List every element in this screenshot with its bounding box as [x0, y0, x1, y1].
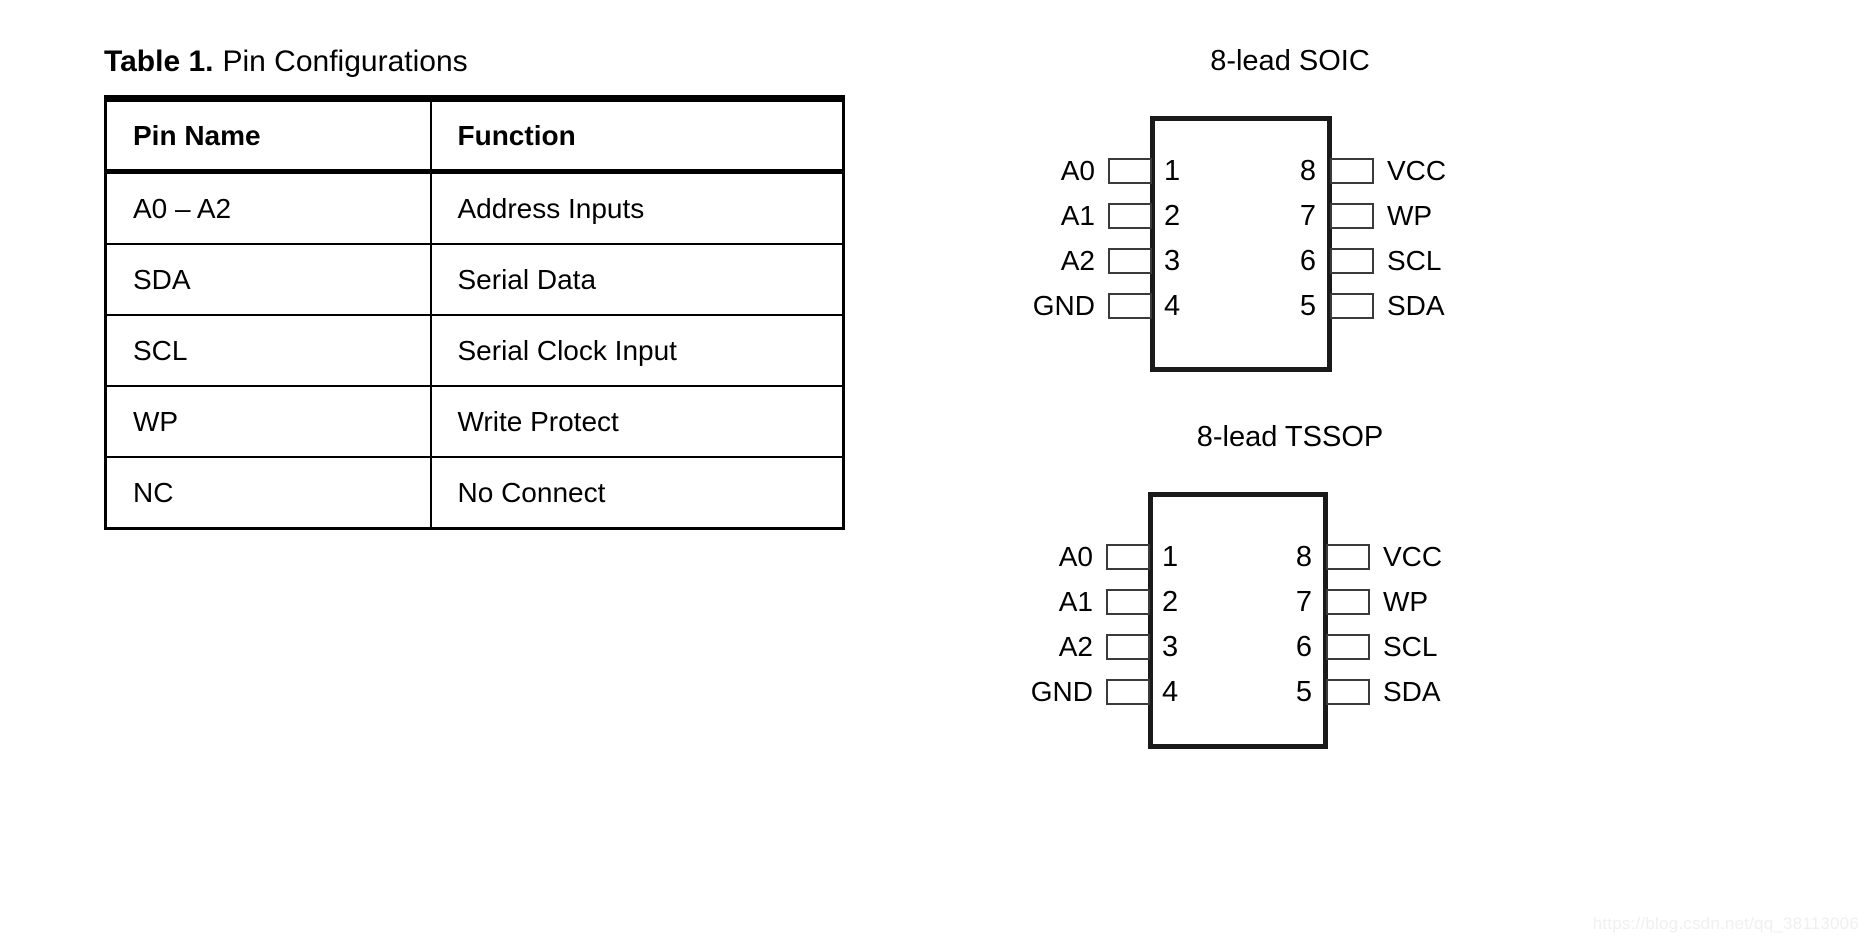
tssop-lead-4: [1106, 679, 1150, 705]
soic-pin-number-6: 6: [1299, 245, 1316, 277]
soic-pin-right-8-label: VCC: [1387, 155, 1447, 186]
tssop-pin-right-7-label: WP: [1383, 586, 1429, 617]
tssop-pin-right-5-label: SDA: [1383, 676, 1441, 707]
soic-lead-4: [1108, 293, 1152, 319]
tssop-pin-right-8-label: VCC: [1383, 541, 1443, 572]
soic-pin-number-8: 8: [1299, 155, 1316, 187]
tssop-lead-2: [1106, 589, 1150, 615]
tssop-pin-number-3: 3: [1162, 631, 1179, 663]
pin-configurations-table: Pin Name Function A0 – A2 Address Inputs…: [104, 95, 845, 530]
table-row: NC No Connect: [105, 457, 844, 529]
soic-pin-left-4-label: GND: [1032, 290, 1095, 321]
soic-pin-number-5: 5: [1299, 290, 1316, 322]
soic-pin-right-7: WP: [1330, 201, 1432, 231]
soic-pin-left-3: A2: [1010, 246, 1152, 276]
tssop-pin-right-8: VCC: [1326, 542, 1442, 572]
tssop-pin-left-2: A1: [1010, 587, 1150, 617]
column-header-pin-name: Pin Name: [105, 98, 432, 174]
tssop-pin-right-6: SCL: [1326, 632, 1437, 662]
package-title-tssop: 8-lead TSSOP: [1196, 421, 1384, 453]
cell-function: Address Inputs: [430, 171, 844, 245]
cell-pin-name: SCL: [105, 315, 432, 387]
tssop-lead-6: [1326, 634, 1370, 660]
tssop-pin-left-1-label: A0: [1058, 541, 1093, 572]
tssop-lead-1: [1106, 544, 1150, 570]
soic-diagram: A0 A1 A2 GND 1 2 3 4 8 7 6 5 VCC WP SCL …: [1010, 104, 1570, 384]
tssop-pin-number-6: 6: [1295, 631, 1312, 663]
tssop-pin-left-3: A2: [1010, 632, 1150, 662]
soic-pin-right-7-label: WP: [1387, 200, 1433, 231]
tssop-lead-7: [1326, 589, 1370, 615]
cell-function: Serial Clock Input: [430, 315, 844, 387]
tssop-pin-right-6-label: SCL: [1383, 631, 1438, 662]
soic-pin-left-4: GND: [1010, 291, 1152, 321]
soic-lead-1: [1108, 158, 1152, 184]
cell-pin-name: WP: [105, 386, 432, 458]
cell-function: Write Protect: [430, 386, 844, 458]
tssop-pin-left-4: GND: [1010, 677, 1150, 707]
soic-lead-5: [1330, 293, 1374, 319]
table-header-row: Pin Name Function: [105, 98, 844, 174]
soic-pin-number-3: 3: [1164, 245, 1181, 277]
tssop-pin-right-5: SDA: [1326, 677, 1441, 707]
package-diagram-tssop: 8-lead TSSOP A0 A1 A2 GND 1 2 3 4 8 7 6 …: [1010, 420, 1570, 765]
tssop-pin-number-5: 5: [1295, 676, 1312, 708]
soic-pin-left-1-label: A0: [1060, 155, 1095, 186]
cell-pin-name: NC: [105, 457, 432, 529]
soic-lead-2: [1108, 203, 1152, 229]
tssop-pin-left-4-label: GND: [1030, 676, 1093, 707]
soic-lead-3: [1108, 248, 1152, 274]
soic-pin-number-2: 2: [1164, 200, 1181, 232]
tssop-pin-left-1: A0: [1010, 542, 1150, 572]
tssop-pin-left-3-label: A2: [1058, 631, 1093, 662]
soic-pin-right-6-label: SCL: [1387, 245, 1442, 276]
table-caption-label: Table 1.: [104, 45, 214, 78]
tssop-lead-5: [1326, 679, 1370, 705]
column-header-function: Function: [430, 98, 844, 174]
cell-function: No Connect: [457, 476, 606, 508]
soic-pin-right-5: SDA: [1330, 291, 1445, 321]
table-row: WP Write Protect: [105, 386, 844, 458]
tssop-pin-number-4: 4: [1162, 676, 1179, 708]
cell-pin-name: SDA: [105, 244, 432, 316]
tssop-pin-number-1: 1: [1162, 541, 1179, 573]
tssop-pin-left-2-label: A1: [1058, 586, 1093, 617]
tssop-pin-number-7: 7: [1295, 586, 1312, 618]
soic-pin-number-7: 7: [1299, 200, 1316, 232]
table-row: SDA Serial Data: [105, 244, 844, 316]
soic-pin-number-4: 4: [1164, 290, 1181, 322]
soic-pin-left-3-label: A2: [1060, 245, 1095, 276]
soic-lead-7: [1330, 203, 1374, 229]
tssop-chip-body: [1148, 492, 1328, 749]
table-caption-text: Pin Configurations: [222, 45, 468, 78]
package-title-soic: 8-lead SOIC: [1210, 45, 1370, 77]
watermark: https://blog.csdn.net/qq_38113006: [1592, 914, 1859, 933]
pin-configurations-table-block: Table 1. Pin Configurations Pin Name Func…: [104, 44, 845, 530]
soic-pin-right-5-label: SDA: [1387, 290, 1445, 321]
tssop-pin-right-7: WP: [1326, 587, 1428, 617]
soic-pin-left-1: A0: [1010, 156, 1152, 186]
soic-lead-6: [1330, 248, 1374, 274]
soic-pin-left-2-label: A1: [1060, 200, 1095, 231]
tssop-pin-number-8: 8: [1295, 541, 1312, 573]
tssop-lead-3: [1106, 634, 1150, 660]
table-row: SCL Serial Clock Input: [105, 315, 844, 387]
datasheet-page: Table 1. Pin Configurations Pin Name Func…: [0, 0, 1867, 942]
soic-pin-right-6: SCL: [1330, 246, 1441, 276]
cell-function: Serial Data: [430, 244, 844, 316]
cell-pin-name: A0 – A2: [105, 171, 432, 245]
soic-pin-left-2: A1: [1010, 201, 1152, 231]
package-diagram-soic: 8-lead SOIC A0 A1 A2 GND 1 2 3 4 8 7 6 5…: [1010, 44, 1570, 384]
soic-pin-right-8: VCC: [1330, 156, 1446, 186]
table-row: A0 – A2 Address Inputs: [105, 171, 844, 245]
table-caption: Table 1. Pin Configurations: [104, 44, 844, 80]
soic-lead-8: [1330, 158, 1374, 184]
tssop-pin-number-2: 2: [1162, 586, 1179, 618]
tssop-diagram: A0 A1 A2 GND 1 2 3 4 8 7 6 5 VCC WP SCL …: [1010, 480, 1570, 765]
tssop-lead-8: [1326, 544, 1370, 570]
soic-pin-number-1: 1: [1164, 155, 1181, 187]
